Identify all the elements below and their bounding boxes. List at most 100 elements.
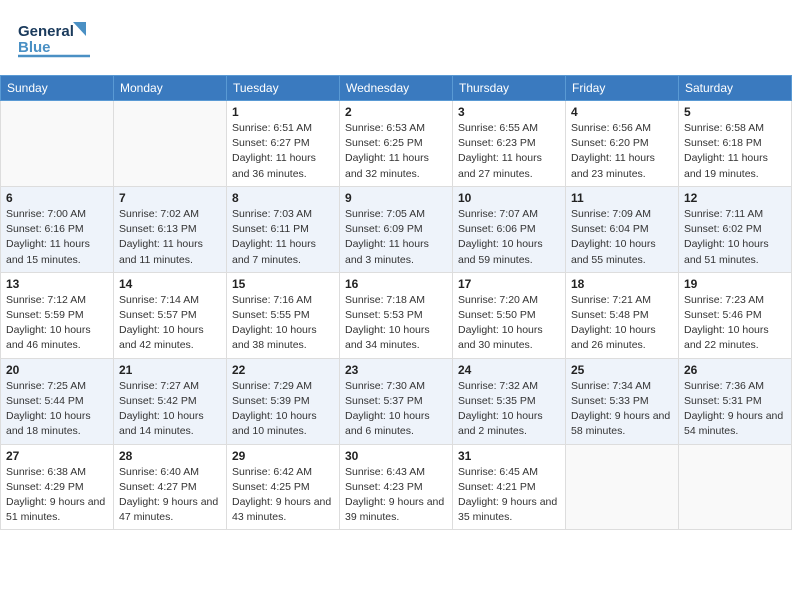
day-number: 24 (458, 363, 560, 377)
day-number: 14 (119, 277, 221, 291)
calendar-cell: 16 Sunrise: 7:18 AMSunset: 5:53 PMDayligh… (340, 272, 453, 358)
calendar-cell (566, 444, 679, 530)
calendar-cell: 22 Sunrise: 7:29 AMSunset: 5:39 PMDayligh… (227, 358, 340, 444)
day-number: 6 (6, 191, 108, 205)
day-info: Sunrise: 7:14 AMSunset: 5:57 PMDaylight:… (119, 293, 221, 354)
weekday-header-saturday: Saturday (679, 76, 792, 101)
day-number: 12 (684, 191, 786, 205)
day-info: Sunrise: 6:42 AMSunset: 4:25 PMDaylight:… (232, 465, 334, 526)
calendar-cell: 29 Sunrise: 6:42 AMSunset: 4:25 PMDayligh… (227, 444, 340, 530)
header: General Blue (0, 0, 792, 75)
calendar-cell: 26 Sunrise: 7:36 AMSunset: 5:31 PMDayligh… (679, 358, 792, 444)
day-info: Sunrise: 7:03 AMSunset: 6:11 PMDaylight:… (232, 207, 334, 268)
day-number: 16 (345, 277, 447, 291)
day-number: 13 (6, 277, 108, 291)
day-info: Sunrise: 7:36 AMSunset: 5:31 PMDaylight:… (684, 379, 786, 440)
calendar-cell: 28 Sunrise: 6:40 AMSunset: 4:27 PMDayligh… (114, 444, 227, 530)
day-info: Sunrise: 7:32 AMSunset: 5:35 PMDaylight:… (458, 379, 560, 440)
day-number: 29 (232, 449, 334, 463)
svg-text:General: General (18, 23, 74, 40)
day-info: Sunrise: 7:30 AMSunset: 5:37 PMDaylight:… (345, 379, 447, 440)
calendar-cell: 1 Sunrise: 6:51 AMSunset: 6:27 PMDaylight… (227, 101, 340, 187)
day-number: 25 (571, 363, 673, 377)
day-number: 7 (119, 191, 221, 205)
calendar-cell: 10 Sunrise: 7:07 AMSunset: 6:06 PMDayligh… (453, 186, 566, 272)
day-number: 26 (684, 363, 786, 377)
calendar-cell: 30 Sunrise: 6:43 AMSunset: 4:23 PMDayligh… (340, 444, 453, 530)
page: General Blue SundayMondayTuesdayWednesda… (0, 0, 792, 612)
calendar-cell: 21Sunrise: 7:27 AMSunset: 5:42 PMDayligh… (114, 358, 227, 444)
logo-icon: General Blue (18, 14, 90, 62)
day-number: 4 (571, 105, 673, 119)
calendar-cell: 17 Sunrise: 7:20 AMSunset: 5:50 PMDayligh… (453, 272, 566, 358)
weekday-header-friday: Friday (566, 76, 679, 101)
calendar-cell (679, 444, 792, 530)
weekday-header-wednesday: Wednesday (340, 76, 453, 101)
calendar-cell: 11Sunrise: 7:09 AMSunset: 6:04 PMDayligh… (566, 186, 679, 272)
day-number: 22 (232, 363, 334, 377)
calendar-cell: 12 Sunrise: 7:11 AMSunset: 6:02 PMDayligh… (679, 186, 792, 272)
calendar-cell: 20 Sunrise: 7:25 AMSunset: 5:44 PMDayligh… (1, 358, 114, 444)
day-number: 8 (232, 191, 334, 205)
weekday-header-thursday: Thursday (453, 76, 566, 101)
week-row-1: 1 Sunrise: 6:51 AMSunset: 6:27 PMDaylight… (1, 101, 792, 187)
day-number: 3 (458, 105, 560, 119)
day-info: Sunrise: 7:20 AMSunset: 5:50 PMDaylight:… (458, 293, 560, 354)
svg-text:Blue: Blue (18, 39, 51, 56)
weekday-header-monday: Monday (114, 76, 227, 101)
day-info: Sunrise: 7:21 AMSunset: 5:48 PMDaylight:… (571, 293, 673, 354)
day-info: Sunrise: 6:43 AMSunset: 4:23 PMDaylight:… (345, 465, 447, 526)
day-info: Sunrise: 7:09 AMSunset: 6:04 PMDaylight:… (571, 207, 673, 268)
day-info: Sunrise: 7:34 AMSunset: 5:33 PMDaylight:… (571, 379, 673, 440)
day-number: 23 (345, 363, 447, 377)
day-info: Sunrise: 7:02 AMSunset: 6:13 PMDaylight:… (119, 207, 221, 268)
week-row-4: 20 Sunrise: 7:25 AMSunset: 5:44 PMDayligh… (1, 358, 792, 444)
day-info: Sunrise: 7:18 AMSunset: 5:53 PMDaylight:… (345, 293, 447, 354)
week-row-2: 6 Sunrise: 7:00 AMSunset: 6:16 PMDaylight… (1, 186, 792, 272)
weekday-header-row: SundayMondayTuesdayWednesdayThursdayFrid… (1, 76, 792, 101)
calendar-cell: 25 Sunrise: 7:34 AMSunset: 5:33 PMDayligh… (566, 358, 679, 444)
calendar-cell (1, 101, 114, 187)
calendar-cell: 15 Sunrise: 7:16 AMSunset: 5:55 PMDayligh… (227, 272, 340, 358)
calendar-cell (114, 101, 227, 187)
weekday-header-tuesday: Tuesday (227, 76, 340, 101)
day-info: Sunrise: 7:16 AMSunset: 5:55 PMDaylight:… (232, 293, 334, 354)
day-info: Sunrise: 6:51 AMSunset: 6:27 PMDaylight:… (232, 121, 334, 182)
calendar-cell: 13 Sunrise: 7:12 AMSunset: 5:59 PMDayligh… (1, 272, 114, 358)
day-info: Sunrise: 6:40 AMSunset: 4:27 PMDaylight:… (119, 465, 221, 526)
calendar-cell: 2Sunrise: 6:53 AMSunset: 6:25 PMDaylight… (340, 101, 453, 187)
day-info: Sunrise: 7:07 AMSunset: 6:06 PMDaylight:… (458, 207, 560, 268)
day-number: 20 (6, 363, 108, 377)
calendar-cell: 14 Sunrise: 7:14 AMSunset: 5:57 PMDayligh… (114, 272, 227, 358)
day-info: Sunrise: 7:00 AMSunset: 6:16 PMDaylight:… (6, 207, 108, 268)
day-info: Sunrise: 7:11 AMSunset: 6:02 PMDaylight:… (684, 207, 786, 268)
calendar-cell: 27 Sunrise: 6:38 AMSunset: 4:29 PMDayligh… (1, 444, 114, 530)
day-number: 9 (345, 191, 447, 205)
calendar-cell: 3 Sunrise: 6:55 AMSunset: 6:23 PMDaylight… (453, 101, 566, 187)
day-number: 27 (6, 449, 108, 463)
week-row-3: 13 Sunrise: 7:12 AMSunset: 5:59 PMDayligh… (1, 272, 792, 358)
day-info: Sunrise: 7:12 AMSunset: 5:59 PMDaylight:… (6, 293, 108, 354)
day-number: 31 (458, 449, 560, 463)
day-number: 19 (684, 277, 786, 291)
day-number: 30 (345, 449, 447, 463)
day-number: 5 (684, 105, 786, 119)
day-number: 17 (458, 277, 560, 291)
calendar-cell: 7 Sunrise: 7:02 AMSunset: 6:13 PMDaylight… (114, 186, 227, 272)
calendar-cell: 5Sunrise: 6:58 AMSunset: 6:18 PMDaylight… (679, 101, 792, 187)
day-number: 15 (232, 277, 334, 291)
day-number: 10 (458, 191, 560, 205)
day-info: Sunrise: 6:56 AMSunset: 6:20 PMDaylight:… (571, 121, 673, 182)
day-number: 28 (119, 449, 221, 463)
calendar-table: SundayMondayTuesdayWednesdayThursdayFrid… (0, 75, 792, 530)
day-info: Sunrise: 7:25 AMSunset: 5:44 PMDaylight:… (6, 379, 108, 440)
day-info: Sunrise: 6:53 AMSunset: 6:25 PMDaylight:… (345, 121, 447, 182)
logo: General Blue (18, 14, 90, 67)
calendar-cell: 6 Sunrise: 7:00 AMSunset: 6:16 PMDaylight… (1, 186, 114, 272)
day-info: Sunrise: 7:29 AMSunset: 5:39 PMDaylight:… (232, 379, 334, 440)
day-info: Sunrise: 6:55 AMSunset: 6:23 PMDaylight:… (458, 121, 560, 182)
day-number: 1 (232, 105, 334, 119)
calendar-cell: 23 Sunrise: 7:30 AMSunset: 5:37 PMDayligh… (340, 358, 453, 444)
day-info: Sunrise: 6:38 AMSunset: 4:29 PMDaylight:… (6, 465, 108, 526)
calendar-cell: 9Sunrise: 7:05 AMSunset: 6:09 PMDaylight… (340, 186, 453, 272)
